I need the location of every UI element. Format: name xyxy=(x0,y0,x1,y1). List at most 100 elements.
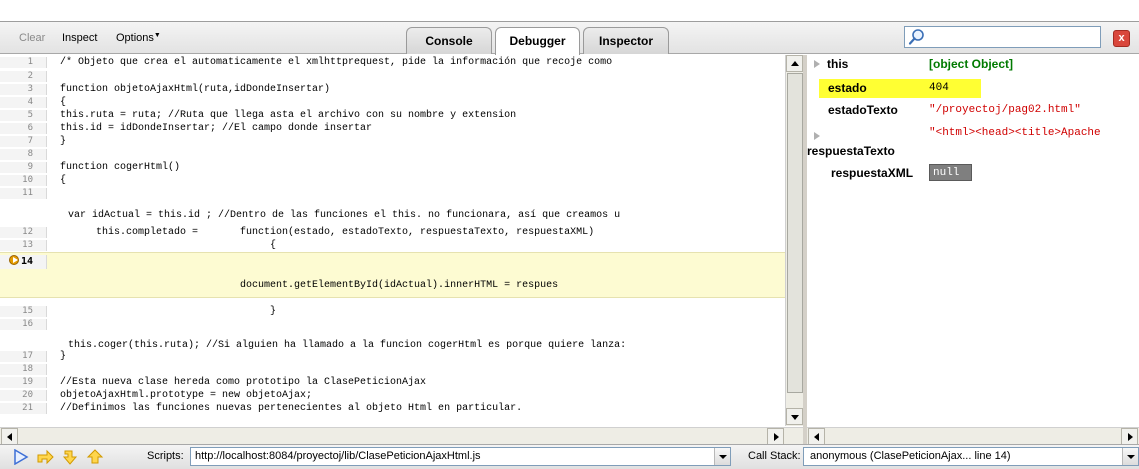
scroll-up-button[interactable] xyxy=(786,55,803,72)
execution-point-icon xyxy=(9,255,19,265)
scroll-left-button[interactable] xyxy=(1,428,18,445)
line-number: 19 xyxy=(0,377,47,388)
watch-name-this: this xyxy=(827,57,849,71)
scripts-label: Scripts: xyxy=(147,450,184,462)
options-label: Options xyxy=(116,32,154,44)
watch-value-estado[interactable]: 404 xyxy=(929,80,949,97)
code-line: 10 { xyxy=(0,175,785,186)
watch-value-respuestatexto[interactable]: "<html><head><title>Apache xyxy=(929,125,1101,142)
scroll-right-button[interactable] xyxy=(767,428,784,445)
window-top-strip xyxy=(0,0,1139,22)
watch-value-respuestaxml[interactable]: null xyxy=(929,164,972,181)
code-line: 13 { xyxy=(0,240,785,251)
watch-name-estadotexto: estadoTexto xyxy=(828,103,898,117)
arrow-down-icon xyxy=(791,415,799,420)
current-execution-line: 14 document.getElementById(idActual).inn… xyxy=(0,252,785,298)
line-number xyxy=(0,201,47,225)
scrollbar-thumb[interactable] xyxy=(787,73,803,393)
callstack-selected-value: anonymous (ClasePeticionAjax... line 14) xyxy=(810,450,1011,462)
code-line: 6 this.id = idDondeInsertar; //El campo d… xyxy=(0,123,785,134)
watch-pane[interactable]: this [object Object] estado 404 estadoTe… xyxy=(807,55,1139,427)
callstack-label: Call Stack: xyxy=(748,450,801,462)
search-input[interactable] xyxy=(904,26,1101,48)
code-line: 21 //Definimos las funciones nuevas perte… xyxy=(0,403,785,414)
expand-twisty-icon[interactable] xyxy=(814,60,820,68)
search-icon xyxy=(908,29,924,45)
code-text: /* Objeto que crea el automaticamente el… xyxy=(60,57,619,68)
code-line: 20 objetoAjaxHtml.prototype = new objetoA… xyxy=(0,390,785,401)
expand-twisty-icon[interactable] xyxy=(814,132,820,140)
code-text: function cogerHtml() xyxy=(60,162,181,173)
code-line: 1 /* Objeto que crea el automaticamente e… xyxy=(0,57,785,68)
code-line: 17} xyxy=(0,351,785,362)
options-menu-button[interactable]: Options▼ xyxy=(116,32,161,44)
step-into-icon[interactable] xyxy=(62,449,80,465)
chevron-down-icon[interactable] xyxy=(1122,448,1138,465)
dropdown-caret-icon: ▼ xyxy=(153,32,161,39)
step-over-icon[interactable] xyxy=(36,449,54,465)
watch-value-this[interactable]: [object Object] xyxy=(929,56,1013,73)
arrow-up-icon xyxy=(791,61,799,66)
code-line: 7} xyxy=(0,136,785,147)
code-text: this.id = idDondeInsertar; //El campo do… xyxy=(60,123,373,134)
code-text: //Esta nueva clase hereda como prototipo… xyxy=(60,377,427,388)
callstack-select[interactable]: anonymous (ClasePeticionAjax... line 14) xyxy=(803,447,1139,466)
line-number: 11 xyxy=(0,188,47,199)
code-text: { xyxy=(60,97,67,108)
line-number: 12 xyxy=(0,227,47,238)
code-text: this.coger(this.ruta); //Si alguien ha l… xyxy=(62,340,627,351)
code-text: function objetoAjaxHtml(ruta,idDondeInse… xyxy=(60,84,331,95)
code-vertical-scrollbar[interactable] xyxy=(785,55,803,426)
watch-name-respuestatexto: respuestaTexto xyxy=(807,144,895,158)
line-number: 16 xyxy=(0,319,47,330)
tab-inspector[interactable]: Inspector xyxy=(583,27,669,54)
line-number: 3 xyxy=(0,84,47,95)
code-text: } xyxy=(60,351,67,362)
close-icon: x xyxy=(1118,32,1125,44)
code-line: 8 xyxy=(0,149,785,160)
line-number: 2 xyxy=(0,71,47,82)
line-number: 9 xyxy=(0,162,47,173)
watch-name-respuestaxml: respuestaXML xyxy=(831,166,914,180)
code-text: this.completado = function(estado, estad… xyxy=(60,227,595,238)
code-horizontal-scrollbar[interactable] xyxy=(0,427,803,445)
source-code-pane[interactable]: 1 /* Objeto que crea el automaticamente e… xyxy=(0,55,803,426)
arrow-right-icon xyxy=(1128,433,1133,441)
arrow-right-icon xyxy=(774,433,779,441)
scroll-right-button[interactable] xyxy=(1121,428,1138,445)
step-out-icon[interactable] xyxy=(86,449,104,465)
code-text: document.getElementById(idActual).innerH… xyxy=(60,280,559,291)
scroll-left-button[interactable] xyxy=(808,428,825,445)
code-line: 3 function objetoAjaxHtml(ruta,idDondeIns… xyxy=(0,84,785,95)
code-text: this.ruta = ruta; //Ruta que llega asta … xyxy=(60,110,517,121)
scripts-select[interactable]: http://localhost:8084/proyectoj/lib/Clas… xyxy=(190,447,731,466)
code-line: 5 this.ruta = ruta; //Ruta que llega asta… xyxy=(0,110,785,121)
line-number: 4 xyxy=(0,97,47,108)
watch-horizontal-scrollbar[interactable] xyxy=(807,427,1139,445)
close-button[interactable]: x xyxy=(1113,30,1130,47)
code-text: objetoAjaxHtml.prototype = new objetoAja… xyxy=(60,390,313,401)
line-number: 6 xyxy=(0,123,47,134)
line-number: 13 xyxy=(0,240,47,251)
code-text: } xyxy=(60,306,277,317)
code-line: var idActual = this.id ; //Dentro de las… xyxy=(0,201,785,225)
watch-name-estado: estado xyxy=(828,81,867,95)
line-number: 5 xyxy=(0,110,47,121)
watch-value-estadotexto[interactable]: "/proyectoj/pag02.html" xyxy=(929,102,1081,119)
line-number: 18 xyxy=(0,364,47,375)
tab-console[interactable]: Console xyxy=(406,27,492,54)
line-number: 15 xyxy=(0,306,47,317)
clear-button[interactable]: Clear xyxy=(19,32,45,44)
scroll-down-button[interactable] xyxy=(786,408,803,425)
line-number: 1 xyxy=(0,57,47,68)
chevron-down-icon[interactable] xyxy=(714,448,730,465)
continue-icon[interactable] xyxy=(12,449,30,465)
code-text: } xyxy=(60,136,67,147)
line-number: 17 xyxy=(0,351,47,362)
tab-debugger[interactable]: Debugger xyxy=(495,27,580,55)
arrow-left-icon xyxy=(814,433,819,441)
line-number: 7 xyxy=(0,136,47,147)
code-text: { xyxy=(60,175,67,186)
inspect-button[interactable]: Inspect xyxy=(62,32,97,44)
code-line: 15 } xyxy=(0,306,785,317)
